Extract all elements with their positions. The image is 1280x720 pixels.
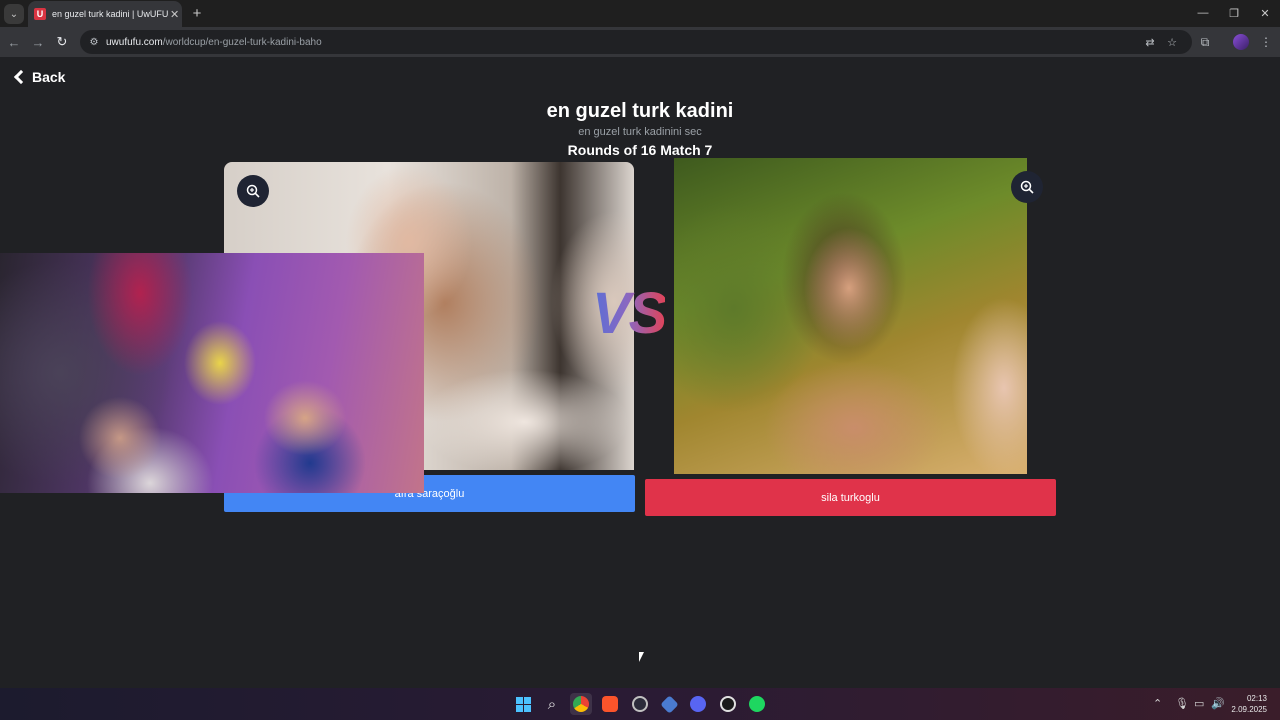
mouse-cursor bbox=[639, 652, 647, 662]
extensions-icon[interactable]: ⧉ bbox=[1196, 33, 1214, 51]
tab-bar: ⌄ U en guzel turk kadini | UwUFUFU ✕ + —… bbox=[0, 0, 1280, 27]
close-window-icon[interactable]: ✕ bbox=[1250, 4, 1280, 22]
new-tab-plus-icon[interactable]: + bbox=[188, 4, 206, 22]
app-icon-2[interactable] bbox=[658, 693, 680, 715]
back-arrow-icon[interactable]: ← bbox=[5, 33, 23, 51]
windows-start-icon[interactable] bbox=[512, 693, 534, 715]
kebab-menu-icon[interactable]: ⋮ bbox=[1257, 33, 1275, 51]
browser-tab[interactable]: U en guzel turk kadini | UwUFUFU ✕ bbox=[28, 1, 182, 27]
zoom-in-icon[interactable] bbox=[237, 175, 269, 207]
microphone-icon[interactable]: 🎙 bbox=[1175, 697, 1189, 710]
site-info-icon[interactable]: ⚙ bbox=[88, 36, 100, 48]
site-favicon-icon: U bbox=[34, 8, 46, 20]
back-label: Back bbox=[32, 69, 66, 85]
clock-date: 2.09.2025 bbox=[1231, 705, 1267, 714]
minimize-icon[interactable]: — bbox=[1188, 4, 1218, 22]
spotify-icon[interactable] bbox=[746, 693, 768, 715]
webcam-overlay bbox=[0, 253, 424, 493]
url-text: uwufufu.com/worldcup/en-guzel-turk-kadin… bbox=[106, 36, 322, 48]
volume-icon[interactable]: 🔊 bbox=[1211, 697, 1225, 710]
pick-right-button[interactable]: sila turkoglu bbox=[645, 479, 1056, 516]
address-bar[interactable]: ⚙ uwufufu.com/worldcup/en-guzel-turk-kad… bbox=[80, 30, 1192, 54]
app-icon[interactable] bbox=[629, 693, 651, 715]
network-icon[interactable]: ▭ bbox=[1194, 697, 1204, 710]
taskbar: ⌕ ⌃ 🎙 ▭ 🔊 02:13 2.09.2025 bbox=[0, 688, 1280, 720]
discord-icon[interactable] bbox=[687, 693, 709, 715]
round-indicator: Rounds of 16 Match 7 bbox=[567, 142, 713, 158]
close-tab-icon[interactable]: ✕ bbox=[170, 8, 179, 21]
translate-icon[interactable]: ⇄ bbox=[1142, 34, 1158, 50]
forward-arrow-icon[interactable]: → bbox=[29, 33, 47, 51]
tab-dropdown-icon[interactable]: ⌄ bbox=[4, 4, 24, 24]
right-candidate-image[interactable] bbox=[674, 158, 1027, 474]
restore-icon[interactable]: ❐ bbox=[1219, 4, 1249, 22]
zoom-in-icon[interactable] bbox=[1011, 171, 1043, 203]
star-icon[interactable]: ☆ bbox=[1164, 34, 1180, 50]
chevron-up-icon[interactable]: ⌃ bbox=[1153, 697, 1162, 710]
page-subtitle: en guzel turk kadinini sec bbox=[578, 126, 702, 138]
browser-toolbar: ← → ↻ ⚙ uwufufu.com/worldcup/en-guzel-tu… bbox=[0, 27, 1280, 57]
chrome-icon[interactable] bbox=[570, 693, 592, 715]
chevron-left-icon bbox=[13, 69, 29, 85]
search-icon[interactable]: ⌕ bbox=[541, 693, 563, 715]
profile-avatar[interactable] bbox=[1233, 34, 1249, 50]
vs-label: VS bbox=[592, 281, 667, 346]
tab-title: en guzel turk kadini | UwUFUFU bbox=[52, 9, 168, 19]
clock-time: 02:13 bbox=[1246, 694, 1267, 703]
brave-icon[interactable] bbox=[599, 693, 621, 715]
obs-icon[interactable] bbox=[717, 693, 739, 715]
page-title: en guzel turk kadini bbox=[546, 100, 734, 122]
system-clock[interactable]: 02:13 2.09.2025 bbox=[1231, 693, 1267, 715]
reload-icon[interactable]: ↻ bbox=[53, 33, 71, 51]
back-button[interactable]: Back bbox=[12, 69, 65, 85]
